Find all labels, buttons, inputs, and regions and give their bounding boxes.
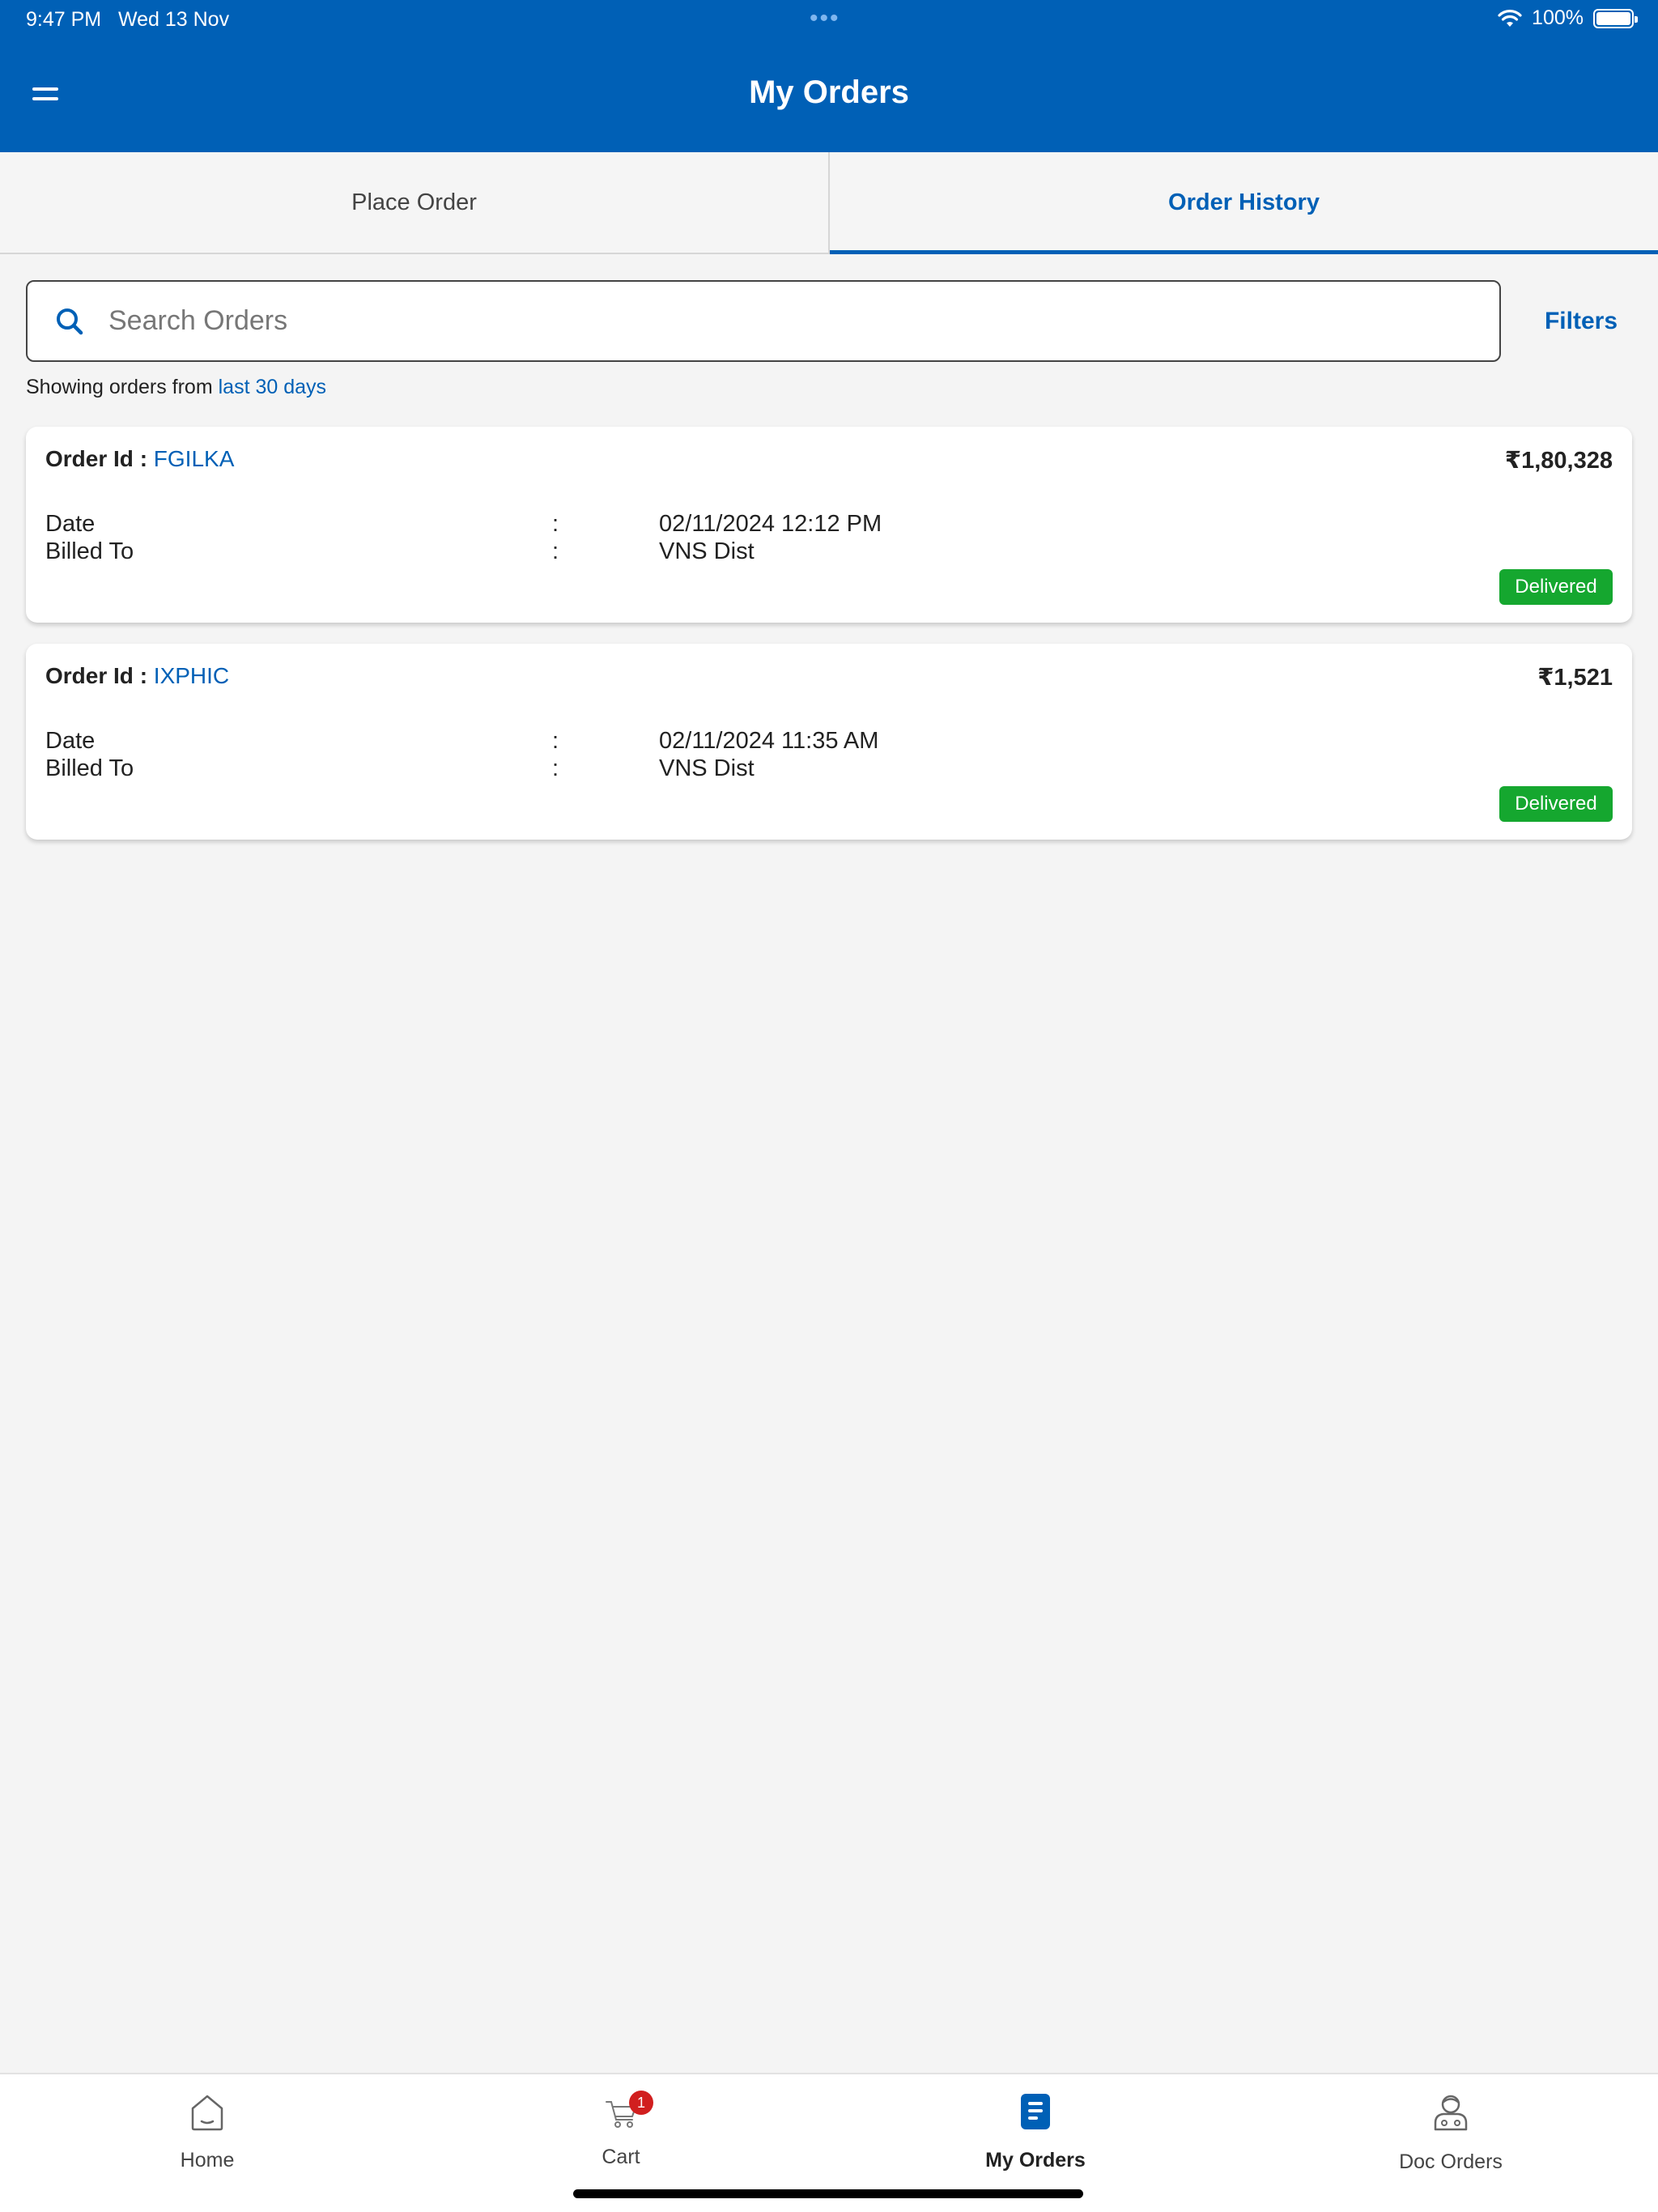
- order-date: 02/11/2024 12:12 PM: [659, 511, 882, 537]
- order-amount: ₹1,80,328: [1504, 448, 1613, 474]
- nav-cart[interactable]: 1 Cart: [500, 2074, 742, 2188]
- order-date: 02/11/2024 11:35 AM: [659, 728, 879, 754]
- order-id: Order Id : IXPHIC: [45, 663, 229, 689]
- billed-to-label: Billed To: [45, 755, 134, 781]
- search-box[interactable]: [26, 280, 1501, 362]
- order-id-value[interactable]: IXPHIC: [154, 663, 229, 688]
- orders-icon: [1021, 2094, 1050, 2129]
- billed-to-row: Billed To : VNS Dist: [45, 755, 1584, 785]
- home-icon: [191, 2095, 223, 2131]
- order-id-label: Order Id :: [45, 446, 148, 471]
- multitasking-dots[interactable]: •••: [810, 5, 840, 32]
- nav-home-label: Home: [180, 2149, 235, 2172]
- order-id-value[interactable]: FGILKA: [154, 446, 235, 471]
- battery-percent: 100%: [1532, 6, 1584, 29]
- nav-my-orders[interactable]: My Orders: [914, 2074, 1157, 2188]
- nav-doc-orders-label: Doc Orders: [1399, 2150, 1503, 2173]
- date-label: Date: [45, 728, 96, 754]
- billed-to-row: Billed To : VNS Dist: [45, 538, 1584, 568]
- app-header: 9:47 PM Wed 13 Nov ••• 100% My Orders: [0, 0, 1658, 152]
- status-bar-right: 100%: [1498, 6, 1638, 30]
- tab-place-order[interactable]: Place Order: [0, 152, 828, 253]
- order-id-label: Order Id :: [45, 663, 148, 688]
- date-range-prefix: Showing orders from: [26, 376, 213, 398]
- separator: :: [552, 755, 559, 781]
- separator: :: [552, 538, 559, 564]
- order-tabs: Place Order Order History: [0, 152, 1658, 254]
- doctor-icon: [1434, 2095, 1468, 2131]
- search-input[interactable]: [108, 305, 1499, 337]
- order-date-row: Date : 02/11/2024 12:12 PM: [45, 511, 1584, 540]
- battery-icon: [1593, 8, 1638, 28]
- nav-home[interactable]: Home: [86, 2074, 329, 2188]
- status-bar-time: 9:47 PM Wed 13 Nov: [26, 8, 229, 32]
- page-title: My Orders: [749, 74, 909, 110]
- status-badge: Delivered: [1499, 786, 1613, 822]
- order-id: Order Id : FGILKA: [45, 446, 234, 472]
- nav-cart-label: Cart: [602, 2146, 640, 2168]
- separator: :: [552, 728, 559, 754]
- nav-my-orders-label: My Orders: [985, 2149, 1086, 2172]
- billed-to-label: Billed To: [45, 538, 134, 564]
- status-time: 9:47 PM: [26, 8, 102, 31]
- cart-count-badge: 1: [629, 2091, 653, 2115]
- nav-doc-orders[interactable]: Doc Orders: [1329, 2074, 1572, 2188]
- my-orders-screen: 9:47 PM Wed 13 Nov ••• 100% My Orders Pl…: [0, 0, 1658, 2212]
- date-range-link[interactable]: last 30 days: [219, 376, 326, 398]
- wifi-icon: [1498, 9, 1522, 27]
- separator: :: [552, 511, 559, 537]
- order-card[interactable]: Order Id : IXPHIC ₹1,521 Date : 02/11/20…: [26, 644, 1632, 840]
- billed-to-value: VNS Dist: [659, 755, 755, 781]
- date-label: Date: [45, 511, 96, 537]
- tab-order-history[interactable]: Order History: [828, 152, 1658, 254]
- date-range-text: Showing orders from last 30 days: [26, 376, 326, 399]
- billed-to-value: VNS Dist: [659, 538, 755, 564]
- status-date: Wed 13 Nov: [117, 8, 230, 31]
- order-date-row: Date : 02/11/2024 11:35 AM: [45, 728, 1584, 757]
- home-indicator[interactable]: [573, 2189, 1083, 2198]
- order-card[interactable]: Order Id : FGILKA ₹1,80,328 Date : 02/11…: [26, 427, 1632, 623]
- search-icon: [57, 308, 83, 334]
- filters-button[interactable]: Filters: [1520, 280, 1642, 362]
- status-badge: Delivered: [1499, 569, 1613, 605]
- order-amount: ₹1,521: [1537, 665, 1613, 691]
